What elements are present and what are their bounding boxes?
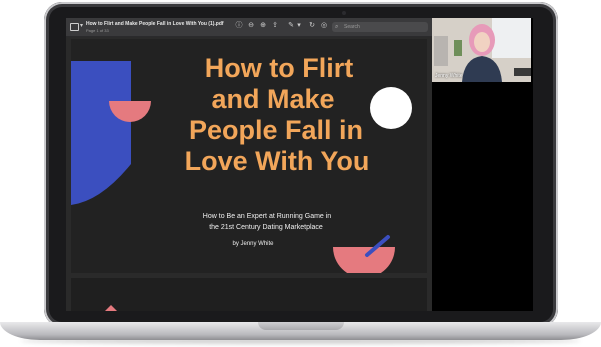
- person-face: [474, 32, 490, 52]
- pdf-viewer: ▾ How to Flirt and Make People Fall in L…: [66, 18, 432, 311]
- title-line-1: How to Flirt: [204, 53, 354, 83]
- search-icon: ⌕: [335, 24, 339, 30]
- document-title: How to Flirt and Make People Fall in Lov…: [86, 21, 224, 27]
- title-line-3: People Fall in: [188, 115, 364, 145]
- search-placeholder: Search: [344, 24, 360, 30]
- markup-icon[interactable]: ✎: [287, 22, 295, 30]
- shelf-left: [434, 36, 448, 66]
- laptop-base-notch: [258, 322, 344, 330]
- participant-video-tile[interactable]: Jenny White: [432, 18, 531, 82]
- next-slide-page: [71, 278, 427, 311]
- markup-chevron-icon[interactable]: ▾: [295, 22, 303, 30]
- sidebar-toggle-icon[interactable]: [70, 23, 79, 31]
- next-slide-decoration: [105, 305, 117, 311]
- subtitle-line-2: the 21st Century Dating Marketplace: [209, 224, 323, 231]
- slide-page: How to Flirt and Make People Fall in Lov…: [71, 39, 427, 273]
- subtitle-line-1: How to Be an Expert at Running Game in: [202, 213, 332, 220]
- slide-author: by Jenny White: [232, 241, 274, 247]
- zoom-in-icon[interactable]: ⊕: [259, 22, 267, 30]
- window-light: [492, 18, 531, 58]
- laptop-screen: ▾ How to Flirt and Make People Fall in L…: [66, 18, 533, 311]
- page-info: Page 1 of 33: [86, 28, 109, 33]
- video-panel: Jenny White: [432, 18, 533, 311]
- slide-subtitle: How to Be an Expert at Running Game in t…: [71, 211, 427, 233]
- search-input[interactable]: ⌕ Search: [332, 22, 428, 32]
- info-icon[interactable]: ⓘ: [235, 22, 243, 30]
- pink-bowl-shape: [333, 247, 395, 273]
- slide-title: How to Flirt and Make People Fall in Lov…: [71, 53, 427, 177]
- rotate-icon[interactable]: ↻: [308, 22, 316, 30]
- title-line-4: Love With You: [184, 146, 370, 176]
- participant-name: Jenny White: [435, 73, 463, 79]
- keyboard-right: [514, 68, 531, 76]
- pink-corner-shape: [105, 305, 117, 311]
- webcam-dot: [342, 11, 346, 15]
- chevron-down-icon[interactable]: ▾: [80, 22, 83, 30]
- plant: [454, 40, 462, 56]
- zoom-out-icon[interactable]: ⊖: [247, 22, 255, 30]
- title-line-2: and Make: [211, 84, 335, 114]
- share-icon[interactable]: ⇪: [271, 22, 279, 30]
- annotate-icon[interactable]: ◎: [320, 22, 328, 30]
- pdf-toolbar: ▾ How to Flirt and Make People Fall in L…: [66, 18, 432, 37]
